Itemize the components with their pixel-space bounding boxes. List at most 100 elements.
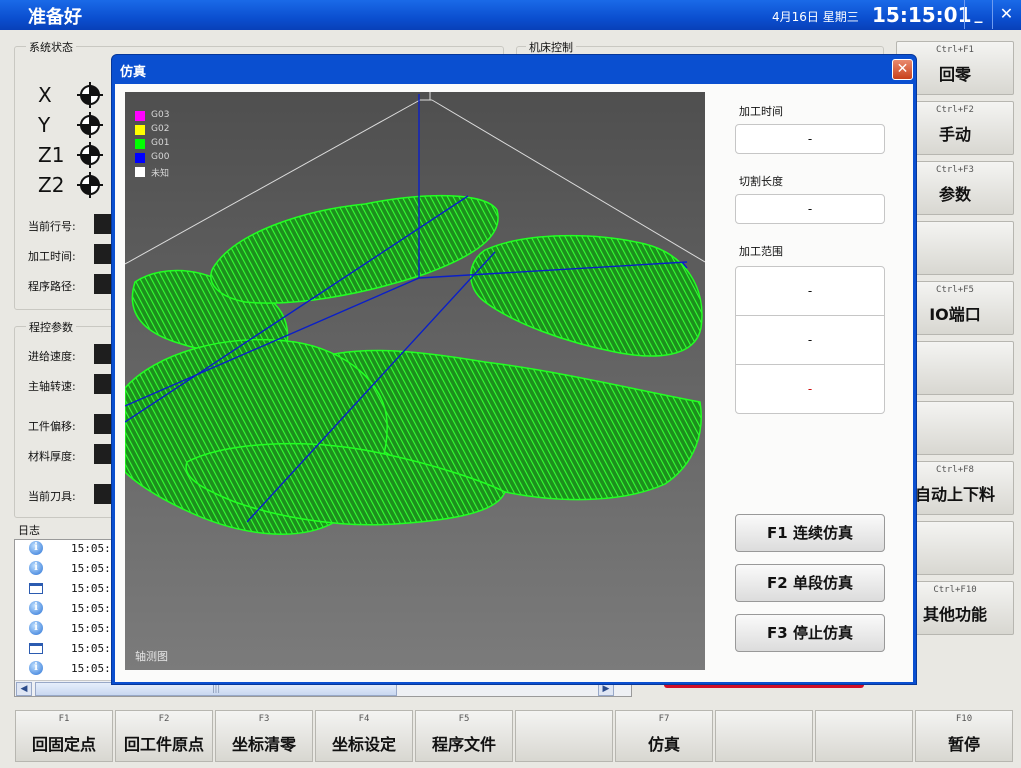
dialog-title: 仿真 xyxy=(120,65,147,80)
legend-swatch xyxy=(135,111,145,121)
info-icon: i xyxy=(29,601,43,615)
crosshair-icon xyxy=(77,142,103,168)
window-icon xyxy=(29,583,43,594)
hotkey-label: F1 xyxy=(58,714,70,724)
hotkey-label: F5 xyxy=(458,714,470,724)
bottom-function-button-7[interactable]: F7 仿真 xyxy=(615,710,713,762)
hotkey-label: F7 xyxy=(658,714,670,724)
bottom-function-button-4[interactable]: F4 坐标设定 xyxy=(315,710,413,762)
dialog-body: G03 G02 G01 G00 未知 轴测图 加工时间 - 切割长度 - 加工范围 - … xyxy=(115,84,913,682)
dialog-close-icon[interactable]: ✕ xyxy=(892,59,913,80)
machining-time-label: 加工时间: xyxy=(28,250,76,263)
status-title: 准备好 xyxy=(28,7,82,28)
bottom-function-button-5[interactable]: F5 程序文件 xyxy=(415,710,513,762)
simulation-viewport[interactable]: G03 G02 G01 G00 未知 轴测图 xyxy=(125,92,705,670)
bottom-function-button-3[interactable]: F3 坐标清零 xyxy=(215,710,313,762)
value-field xyxy=(94,244,112,264)
range-y-value: - xyxy=(736,316,884,365)
single-step-simulate-button[interactable]: F2 单段仿真 xyxy=(735,564,885,602)
bottom-function-button-1[interactable]: F1 回固定点 xyxy=(15,710,113,762)
stop-simulate-button[interactable]: F3 停止仿真 xyxy=(735,614,885,652)
legend-swatch xyxy=(135,139,145,149)
legend-swatch xyxy=(135,125,145,135)
spindle-speed-label: 主轴转速: xyxy=(28,380,76,393)
info-icon: i xyxy=(29,621,43,635)
info-icon: i xyxy=(29,561,43,575)
value-field xyxy=(94,214,112,234)
axis-z1-label: Z1 xyxy=(38,143,65,167)
material-thickness-label: 材料厚度: xyxy=(28,450,76,463)
button-label: 坐标设定 xyxy=(331,735,396,754)
legend-item: G02 xyxy=(135,123,255,137)
title-bar: 准备好 4月16日 星期三 15:15:01 _ ✕ xyxy=(0,0,1021,30)
scroll-left-icon[interactable]: ◀ xyxy=(16,682,32,696)
hotkey-label xyxy=(516,714,612,726)
legend-label: G03 xyxy=(151,110,170,120)
hotkey-label: F3 xyxy=(258,714,270,724)
button-label: 仿真 xyxy=(647,735,680,754)
cut-length-field: - xyxy=(735,194,885,224)
machining-time-field: - xyxy=(735,124,885,154)
work-offset-label: 工件偏移: xyxy=(28,420,76,433)
crosshair-icon xyxy=(77,172,103,198)
legend-item: G00 xyxy=(135,151,255,165)
axis-x-label: X xyxy=(38,83,52,107)
range-z-value: - xyxy=(807,382,813,396)
legend-item: G01 xyxy=(135,137,255,151)
cut-length-label: 切割长度 xyxy=(739,175,783,188)
value-field xyxy=(94,274,112,294)
hotkey-label xyxy=(716,714,812,726)
current-tool-label: 当前刀具: xyxy=(28,490,76,503)
continuous-simulate-button[interactable]: F1 连续仿真 xyxy=(735,514,885,552)
machine-control-title: 机床控制 xyxy=(526,39,576,55)
hotkey-label: F4 xyxy=(358,714,370,724)
hotkey-label: F10 xyxy=(955,714,973,724)
legend-item: G03 xyxy=(135,109,255,123)
crosshair-icon xyxy=(77,82,103,108)
machining-range-box: - - - xyxy=(735,266,885,414)
button-label: 坐标清零 xyxy=(231,735,296,754)
petal-right xyxy=(470,234,703,357)
clock-display: 15:15:01 xyxy=(872,3,972,27)
simulation-dialog: 仿真 ✕ G03 G02 G01 G00 未知 轴测图 加工时间 - 切割长度 … xyxy=(111,54,917,685)
bottom-function-button-10[interactable]: F10 暂停 xyxy=(915,710,1013,762)
legend-label: G00 xyxy=(151,152,170,162)
axis-y-label: Y xyxy=(38,113,51,137)
hotkey-label: F2 xyxy=(158,714,170,724)
program-params-title: 程控参数 xyxy=(26,319,76,335)
button-label: 回固定点 xyxy=(31,735,96,754)
minimize-button[interactable]: _ xyxy=(964,0,992,29)
value-field xyxy=(94,374,112,394)
bottom-function-button-9[interactable] xyxy=(815,710,913,762)
bottom-function-button-8[interactable] xyxy=(715,710,813,762)
program-path-label: 程序路径: xyxy=(28,280,76,293)
button-label: 回工件原点 xyxy=(123,735,204,754)
close-button[interactable]: ✕ xyxy=(992,0,1020,29)
current-line-label: 当前行号: xyxy=(28,220,76,233)
bottom-function-button-6[interactable] xyxy=(515,710,613,762)
window-icon xyxy=(29,643,43,654)
legend-swatch xyxy=(135,153,145,163)
legend-swatch xyxy=(135,167,145,177)
range-x-value: - xyxy=(736,267,884,316)
value-field xyxy=(94,414,112,434)
legend-item: 未知 xyxy=(135,165,255,179)
legend-label: 未知 xyxy=(151,169,170,179)
view-label: 轴测图 xyxy=(135,650,168,663)
system-status-title: 系统状态 xyxy=(26,39,76,55)
petal-top xyxy=(210,194,499,304)
value-field xyxy=(94,444,112,464)
legend-label: G02 xyxy=(151,124,170,134)
value-field xyxy=(94,344,112,364)
machining-time-label: 加工时间 xyxy=(739,105,783,118)
button-label: 暂停 xyxy=(947,735,980,754)
date-display: 4月16日 星期三 xyxy=(772,10,859,24)
hotkey-label xyxy=(816,714,912,726)
machining-range-label: 加工范围 xyxy=(739,245,783,258)
info-icon: i xyxy=(29,661,43,675)
axis-z2-label: Z2 xyxy=(38,173,65,197)
log-title: 日志 xyxy=(18,524,40,537)
legend-label: G01 xyxy=(151,138,170,148)
bottom-function-button-2[interactable]: F2 回工件原点 xyxy=(115,710,213,762)
crosshair-icon xyxy=(77,112,103,138)
